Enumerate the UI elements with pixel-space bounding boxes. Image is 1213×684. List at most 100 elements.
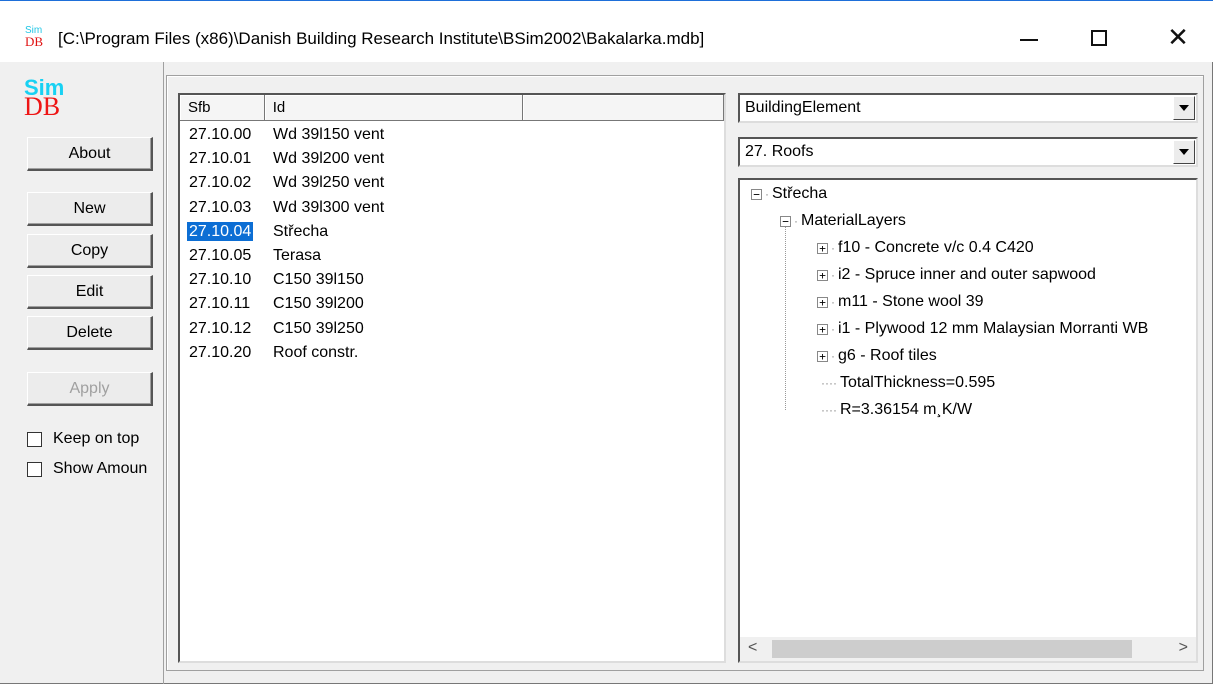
list-item[interactable]: 27.10.01 Wd 39l200 vent [186,147,384,171]
tree-node-total-thickness[interactable]: ···· TotalThickness=0.595 [821,371,995,395]
list-item[interactable]: 27.10.05 Terasa [186,244,384,268]
list-item-id: Wd 39l300 vent [273,198,385,216]
horizontal-scrollbar[interactable]: < > [740,637,1196,661]
tree-node-layer[interactable]: + · i1 - Plywood 12 mm Malaysian Morrant… [817,317,1148,341]
copy-button[interactable]: Copy [27,234,153,268]
tree-node-root[interactable]: − · Střecha [751,182,827,206]
list-item[interactable]: 27.10.11 C150 39l200 [186,292,384,316]
maximize-icon [1091,30,1107,46]
tree-node-label: f10 - Concrete v/c 0.4 C420 [838,239,1034,256]
list-item-sfb: 27.10.00 [189,126,252,144]
tree-connector: · [794,214,798,228]
collapse-icon[interactable]: − [780,215,791,227]
dropdown-arrow-button[interactable] [1173,96,1195,120]
tree-node-label: g6 - Roof tiles [838,347,937,364]
tree-node-layer[interactable]: + · m11 - Stone wool 39 [817,290,984,314]
app-icon: Sim DB [25,26,47,50]
list-item-sfb: 27.10.02 [189,174,252,192]
chevron-down-icon [1179,105,1189,111]
keep-on-top-label: Keep on top [53,430,140,447]
expand-icon[interactable]: + [817,323,828,335]
column-header-id[interactable]: Id [264,95,523,121]
tree-node-material-layers[interactable]: − · MaterialLayers [780,209,906,233]
list-item-id: Wd 39l150 vent [273,126,385,144]
tree-connector: · [831,322,835,336]
close-icon: ✕ [1167,23,1189,53]
list-item-id: Roof constr. [273,343,359,361]
list-item-id: C150 39l150 [273,271,364,289]
about-button[interactable]: About [27,137,153,171]
checkbox-box[interactable] [27,431,42,447]
properties-tree[interactable]: − · Střecha − · MaterialLayers + · f10 -… [738,178,1198,663]
tree-node-label: i2 - Spruce inner and outer sapwood [838,266,1096,283]
list-item-sfb: 27.10.12 [189,319,252,337]
tree-connector: ···· [821,376,837,390]
chevron-down-icon [1179,149,1189,155]
show-amount-label: Show Amoun [53,460,148,477]
client-area: Sim DB About New Copy Edit Delete Apply … [0,62,1213,684]
close-button[interactable]: ✕ [1155,19,1201,57]
column-header-sfb[interactable]: Sfb [180,95,265,121]
list-item-sfb: 27.10.05 [189,247,252,265]
tree-node-layer[interactable]: + · g6 - Roof tiles [817,344,937,368]
tree-node-label: MaterialLayers [801,212,906,229]
list-header: Sfb Id [180,95,724,121]
list-item-id: C150 39l200 [273,295,364,313]
list-item[interactable]: 27.10.02 Wd 39l250 vent [186,171,384,195]
list-item-id: Wd 39l250 vent [273,174,385,192]
delete-button[interactable]: Delete [27,316,153,350]
list-item[interactable]: 27.10.20 Roof constr. [186,341,384,365]
minimize-icon [1020,39,1038,41]
list-item-sfb: 27.10.03 [189,198,252,216]
app-icon-db-text: DB [25,34,44,49]
list-item-id: Wd 39l200 vent [273,150,385,168]
list-item-selected[interactable]: 27.10.04 Střecha [186,220,384,244]
tree-node-label: TotalThickness=0.595 [839,374,996,391]
maximize-button[interactable] [1076,19,1122,57]
category-select[interactable]: 27. Roofs [738,137,1198,167]
new-button[interactable]: New [27,192,153,226]
list-item[interactable]: 27.10.03 Wd 39l300 vent [186,196,384,220]
edit-button[interactable]: Edit [27,275,153,309]
tree-node-label: R=3.36154 m¸K/W [839,401,973,418]
keep-on-top-checkbox[interactable]: Keep on top [27,429,139,449]
panel-divider [163,62,164,684]
list-item-sfb: 27.10.10 [189,271,252,289]
column-header-blank[interactable] [522,95,724,121]
list-item-id: C150 39l250 [273,319,364,337]
tree-node-layer[interactable]: + · f10 - Concrete v/c 0.4 C420 [817,236,1034,260]
tree-node-layer[interactable]: + · i2 - Spruce inner and outer sapwood [817,263,1096,287]
tree-connector: · [831,241,835,255]
show-amount-checkbox[interactable]: Show Amoun [27,459,147,479]
checkbox-box[interactable] [27,461,42,477]
collapse-icon[interactable]: − [751,188,762,200]
list-item[interactable]: 27.10.12 C150 39l250 [186,317,384,341]
minimize-button[interactable] [1006,19,1052,57]
expand-icon[interactable]: + [817,296,828,308]
list-rows: 27.10.00 Wd 39l150 vent 27.10.01 Wd 39l200… [186,123,384,365]
list-item-sfb: 27.10.01 [189,150,252,168]
scroll-right-icon[interactable]: > [1179,639,1188,657]
tree-connector: · [831,349,835,363]
scrollbar-thumb[interactable] [772,640,1132,658]
list-item-sfb: 27.10.04 [187,221,254,241]
tree-connector: · [831,295,835,309]
element-type-value: BuildingElement [745,99,861,116]
expand-icon[interactable]: + [817,269,828,281]
list-item[interactable]: 27.10.00 Wd 39l150 vent [186,123,384,147]
list-item-sfb: 27.10.11 [189,295,251,313]
scroll-left-icon[interactable]: < [748,639,757,657]
expand-icon[interactable]: + [817,350,828,362]
category-value: 27. Roofs [745,143,814,160]
tree-node-r-value[interactable]: ···· R=3.36154 m¸K/W [821,398,972,422]
apply-button[interactable]: Apply [27,372,153,406]
dropdown-arrow-button[interactable] [1173,140,1195,164]
title-bar: Sim DB [C:\Program Files (x86)\Danish Bu… [0,0,1213,62]
list-item[interactable]: 27.10.10 C150 39l150 [186,268,384,292]
tree-node-label: m11 - Stone wool 39 [838,293,984,310]
expand-icon[interactable]: + [817,242,828,254]
element-type-select[interactable]: BuildingElement [738,93,1198,123]
element-list[interactable]: Sfb Id 27.10.00 Wd 39l150 vent 27.10.01 Wd… [178,93,726,663]
tree-node-label: i1 - Plywood 12 mm Malaysian Morranti WB [838,320,1149,337]
list-item-id: Střecha [273,222,329,240]
